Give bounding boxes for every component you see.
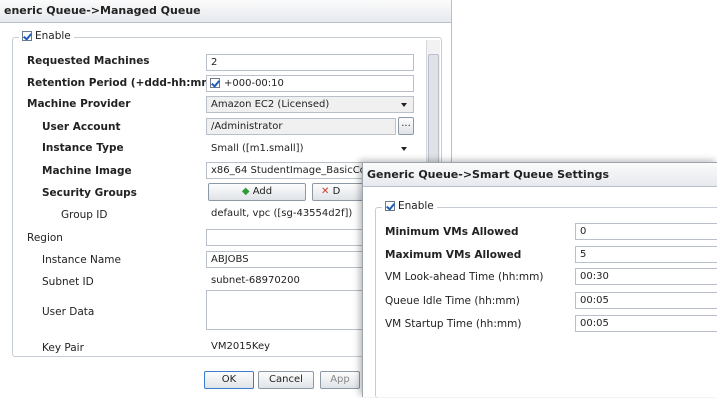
user-data-label: User Data bbox=[42, 306, 95, 318]
subnet-id-label: Subnet ID bbox=[42, 276, 94, 288]
min-vms-label: Minimum VMs Allowed bbox=[385, 226, 519, 238]
key-pair-label: Key Pair bbox=[42, 342, 84, 354]
group-id-label: Group ID bbox=[61, 209, 108, 221]
max-vms-field[interactable]: 5 bbox=[575, 246, 717, 263]
user-account-field[interactable]: /Administrator bbox=[206, 118, 396, 135]
instance-type-label: Instance Type bbox=[42, 142, 124, 154]
lookahead-field[interactable]: 00:30 bbox=[575, 268, 717, 285]
enable-checkbox[interactable] bbox=[22, 31, 32, 41]
retention-period-label: Retention Period (+ddd-hh:mm) bbox=[27, 77, 218, 89]
ok-button[interactable]: OK bbox=[204, 371, 254, 389]
min-vms-field[interactable]: 0 bbox=[575, 223, 717, 240]
security-groups-label: Security Groups bbox=[42, 187, 137, 199]
add-security-group-button[interactable]: ◆ Add bbox=[208, 183, 306, 201]
smart-enable-label: Enable bbox=[398, 200, 434, 212]
requested-machines-label: Requested Machines bbox=[27, 55, 150, 67]
machine-image-label: Machine Image bbox=[42, 165, 132, 177]
delete-button-label: D bbox=[332, 186, 341, 197]
retention-period-value: +000-00:10 bbox=[224, 78, 284, 89]
cancel-button[interactable]: Cancel bbox=[258, 371, 314, 389]
delete-icon: ✕ bbox=[321, 186, 330, 197]
enable-label: Enable bbox=[35, 30, 71, 42]
lookahead-label: VM Look-ahead Time (hh:mm) bbox=[385, 271, 544, 283]
smart-queue-title: Generic Queue->Smart Queue Settings bbox=[363, 163, 717, 187]
smart-enable-checkbox[interactable] bbox=[385, 201, 395, 211]
startup-time-label: VM Startup Time (hh:mm) bbox=[385, 318, 522, 330]
user-account-browse-button[interactable]: ... bbox=[398, 117, 414, 135]
smart-enable-toggle[interactable]: Enable bbox=[382, 200, 437, 212]
retention-checkbox[interactable] bbox=[210, 78, 220, 88]
instance-name-label: Instance Name bbox=[42, 254, 121, 266]
smart-queue-window: Generic Queue->Smart Queue Settings Enab… bbox=[362, 162, 717, 398]
apply-button[interactable]: App bbox=[320, 371, 360, 389]
max-vms-label: Maximum VMs Allowed bbox=[385, 249, 522, 261]
add-button-label: Add bbox=[252, 186, 273, 197]
retention-period-field[interactable]: +000-00:10 bbox=[206, 75, 414, 92]
managed-enable-toggle[interactable]: Enable bbox=[19, 30, 74, 42]
user-account-label: User Account bbox=[42, 121, 121, 133]
machine-provider-label: Machine Provider bbox=[27, 98, 131, 110]
idle-time-field[interactable]: 00:05 bbox=[575, 292, 717, 309]
instance-type-dropdown[interactable]: Small ([m1.small]) bbox=[206, 140, 414, 157]
idle-time-label: Queue Idle Time (hh:mm) bbox=[385, 295, 520, 307]
region-label: Region bbox=[27, 232, 63, 244]
startup-time-field[interactable]: 00:05 bbox=[575, 315, 717, 332]
requested-machines-field[interactable]: 2 bbox=[206, 54, 414, 71]
managed-queue-title: eneric Queue->Managed Queue bbox=[0, 0, 451, 23]
machine-provider-dropdown[interactable]: Amazon EC2 (Licensed) bbox=[206, 96, 414, 113]
add-icon: ◆ bbox=[241, 186, 250, 197]
